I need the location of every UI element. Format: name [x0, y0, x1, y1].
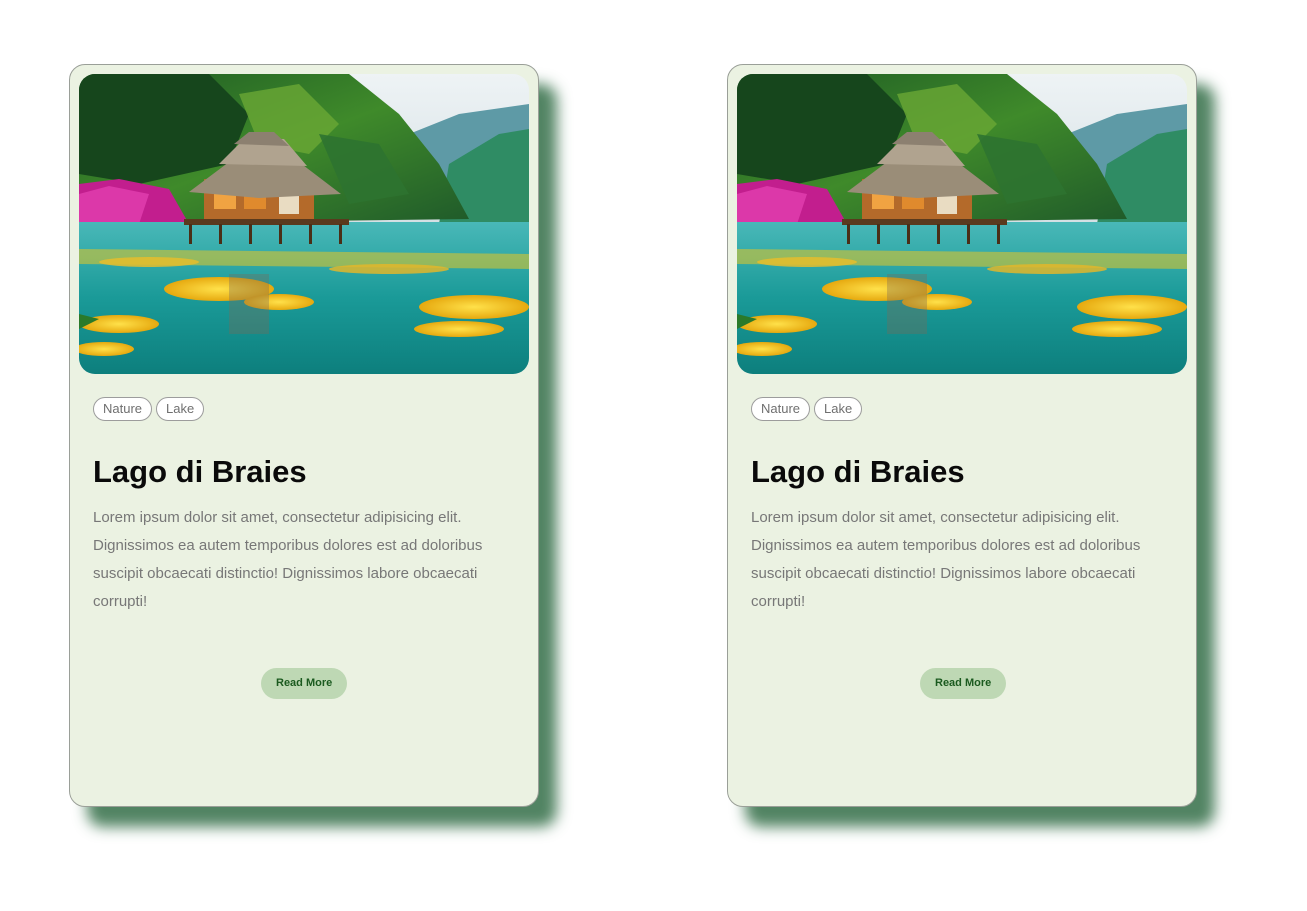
tag-chip[interactable]: Lake	[156, 397, 205, 421]
card-title: Lago di Braies	[93, 454, 307, 489]
article-card: Nature Lake Lago di Braies Lorem ipsum d…	[69, 64, 539, 807]
card-image	[79, 74, 529, 374]
tag-list: Nature Lake	[751, 397, 863, 421]
tag-chip[interactable]: Lake	[814, 397, 863, 421]
card-title: Lago di Braies	[751, 454, 965, 489]
card-description: Lorem ipsum dolor sit amet, consectetur …	[751, 509, 1141, 610]
tag-chip[interactable]: Nature	[93, 397, 153, 421]
card-gallery: Nature Lake Lago di Braies Lorem ipsum d…	[0, 0, 1307, 911]
card-image	[737, 74, 1187, 374]
read-more-button[interactable]: Read More	[920, 668, 1007, 699]
card-description: Lorem ipsum dolor sit amet, consectetur …	[93, 509, 483, 610]
lake-landscape-icon	[737, 74, 1187, 374]
read-more-button[interactable]: Read More	[261, 668, 348, 699]
tag-list: Nature Lake	[93, 397, 205, 421]
tag-chip[interactable]: Nature	[751, 397, 811, 421]
lake-landscape-icon	[79, 74, 529, 374]
article-card: Nature Lake Lago di Braies Lorem ipsum d…	[727, 64, 1197, 807]
